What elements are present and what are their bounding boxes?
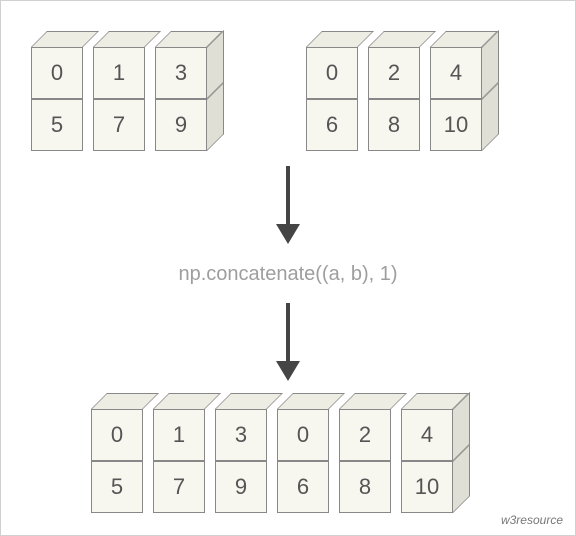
cube: 6 — [306, 83, 368, 145]
array-b-row1: 6 8 10 — [306, 83, 492, 145]
cell-value: 10 — [401, 461, 453, 513]
cube: 10 — [401, 445, 463, 507]
cube: 7 — [153, 445, 215, 507]
cube: 9 — [155, 83, 217, 145]
diagram-canvas: 0 1 3 5 7 9 0 2 — [0, 0, 576, 536]
cube: 6 — [277, 445, 339, 507]
array-a-row1: 5 7 9 — [31, 83, 217, 145]
cube: 5 — [31, 83, 93, 145]
cube: 10 — [430, 83, 492, 145]
cell-value: 8 — [339, 461, 391, 513]
result-row1: 5 7 9 6 8 10 — [91, 445, 463, 507]
attribution-text: w3resource — [501, 513, 563, 527]
cube: 8 — [339, 445, 401, 507]
code-expression: np.concatenate((a, b), 1) — [1, 263, 575, 286]
cube: 8 — [368, 83, 430, 145]
cell-value: 5 — [91, 461, 143, 513]
cube: 5 — [91, 445, 153, 507]
cube: 9 — [215, 445, 277, 507]
cell-value: 7 — [93, 99, 145, 151]
cell-value: 9 — [215, 461, 267, 513]
cell-value: 6 — [277, 461, 329, 513]
cell-value: 7 — [153, 461, 205, 513]
cell-value: 10 — [430, 99, 482, 151]
cell-value: 8 — [368, 99, 420, 151]
cell-value: 5 — [31, 99, 83, 151]
cell-value: 9 — [155, 99, 207, 151]
cell-value: 6 — [306, 99, 358, 151]
cube: 7 — [93, 83, 155, 145]
